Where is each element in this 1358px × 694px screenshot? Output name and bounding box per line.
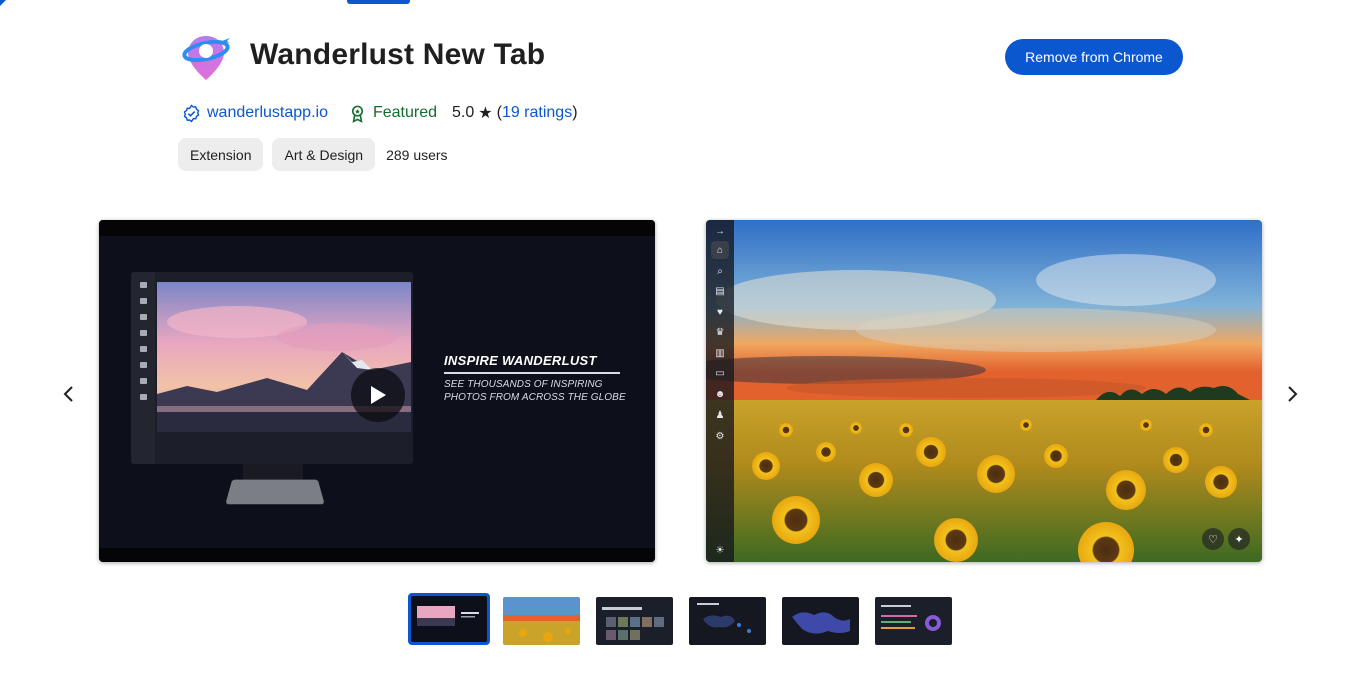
screenshot-slide-video[interactable]: INSPIRE WANDERLUST SEE THOUSANDS OF INSP… [99, 220, 655, 562]
thumbnail-3[interactable] [596, 597, 673, 645]
extension-detail-page: Wanderlust New Tab Remove from Chrome wa… [0, 0, 1358, 694]
star-icon: ★ [478, 105, 493, 122]
ratings-count-link[interactable]: 19 ratings [502, 104, 572, 122]
featured-award-icon [348, 104, 367, 123]
user-count: 289 users [386, 146, 448, 163]
sunflower-field-image [706, 220, 1262, 562]
thumbnail-4-image [689, 597, 766, 645]
thumbnail-5-image [782, 597, 859, 645]
newtab-sidebar: → ⌂ ⌕ ▤ ♥ ♛ ▥ ▭ ☻ ♟ ⚙ ☀ [706, 220, 734, 562]
video-subtext: SEE THOUSANDS OF INSPIRING PHOTOS FROM A… [444, 379, 626, 403]
screenshot-slide-sunflowers[interactable]: → ⌂ ⌕ ▤ ♥ ♛ ▥ ▭ ☻ ♟ ⚙ ☀ ♡ ✦ [706, 220, 1262, 562]
rating-value: 5.0 [452, 104, 475, 121]
wanderlust-logo-icon [182, 36, 230, 80]
profile-icon[interactable]: ♟ [713, 408, 727, 422]
book-icon[interactable]: ▤ [713, 284, 727, 298]
monitor-sidebar [131, 272, 155, 464]
carousel-next-button[interactable] [1278, 380, 1306, 408]
sun-icon[interactable]: ☀ [713, 543, 727, 557]
thumbnail-3-image [596, 597, 673, 645]
monitor-stand-base [225, 479, 325, 505]
featured-label: Featured [372, 104, 438, 121]
remove-from-chrome-button[interactable]: Remove from Chrome [1005, 39, 1183, 75]
heart-action-icon[interactable]: ♡ [1202, 528, 1224, 550]
verified-badge-icon [182, 104, 201, 123]
video-play-button[interactable] [351, 368, 405, 422]
video-headline-rule [444, 372, 620, 374]
chip-category[interactable]: Art & Design [272, 138, 376, 171]
home-icon[interactable]: ⌂ [711, 241, 729, 259]
thumbnail-1-image [411, 596, 487, 642]
thumbnail-6[interactable] [875, 597, 952, 645]
group-icon[interactable]: ☻ [713, 387, 727, 401]
twitter-share-icon[interactable]: ✦ [1228, 528, 1250, 550]
chat-icon[interactable]: ▭ [713, 366, 727, 380]
chevron-right-icon [1288, 386, 1298, 402]
settings-icon[interactable]: ⚙ [713, 429, 727, 443]
publisher-website-link[interactable]: wanderlustapp.io [207, 104, 328, 122]
extension-title: Wanderlust New Tab [250, 38, 546, 71]
video-letterbox-bottom [99, 548, 655, 562]
active-tab-indicator [347, 0, 410, 4]
expand-sidebar-icon[interactable]: → [713, 224, 727, 238]
chip-extension-type[interactable]: Extension [178, 138, 264, 171]
video-headline: INSPIRE WANDERLUST [444, 353, 597, 368]
heart-icon[interactable]: ♥ [713, 305, 727, 319]
thumbnail-2-image [503, 597, 580, 645]
play-icon [371, 386, 386, 404]
crown-icon[interactable]: ♛ [713, 325, 727, 339]
ratings-close-paren: ) [572, 104, 578, 121]
thumbnail-5[interactable] [782, 597, 859, 645]
extension-meta-row: wanderlustapp.io Featured 5.0 ★ ( 19 rat… [182, 102, 578, 124]
carousel-prev-button[interactable] [55, 380, 83, 408]
thumbnail-4[interactable] [689, 597, 766, 645]
thumbnail-1[interactable] [408, 593, 490, 645]
chevron-left-icon [63, 386, 73, 402]
library-icon[interactable]: ▥ [713, 346, 727, 360]
thumbnail-6-image [875, 597, 952, 645]
extension-chips: Extension Art & Design 289 users [178, 138, 448, 171]
search-icon[interactable]: ⌕ [713, 264, 727, 278]
video-letterbox-top [99, 220, 655, 236]
corner-accent [0, 0, 6, 6]
thumbnail-2[interactable] [503, 597, 580, 645]
